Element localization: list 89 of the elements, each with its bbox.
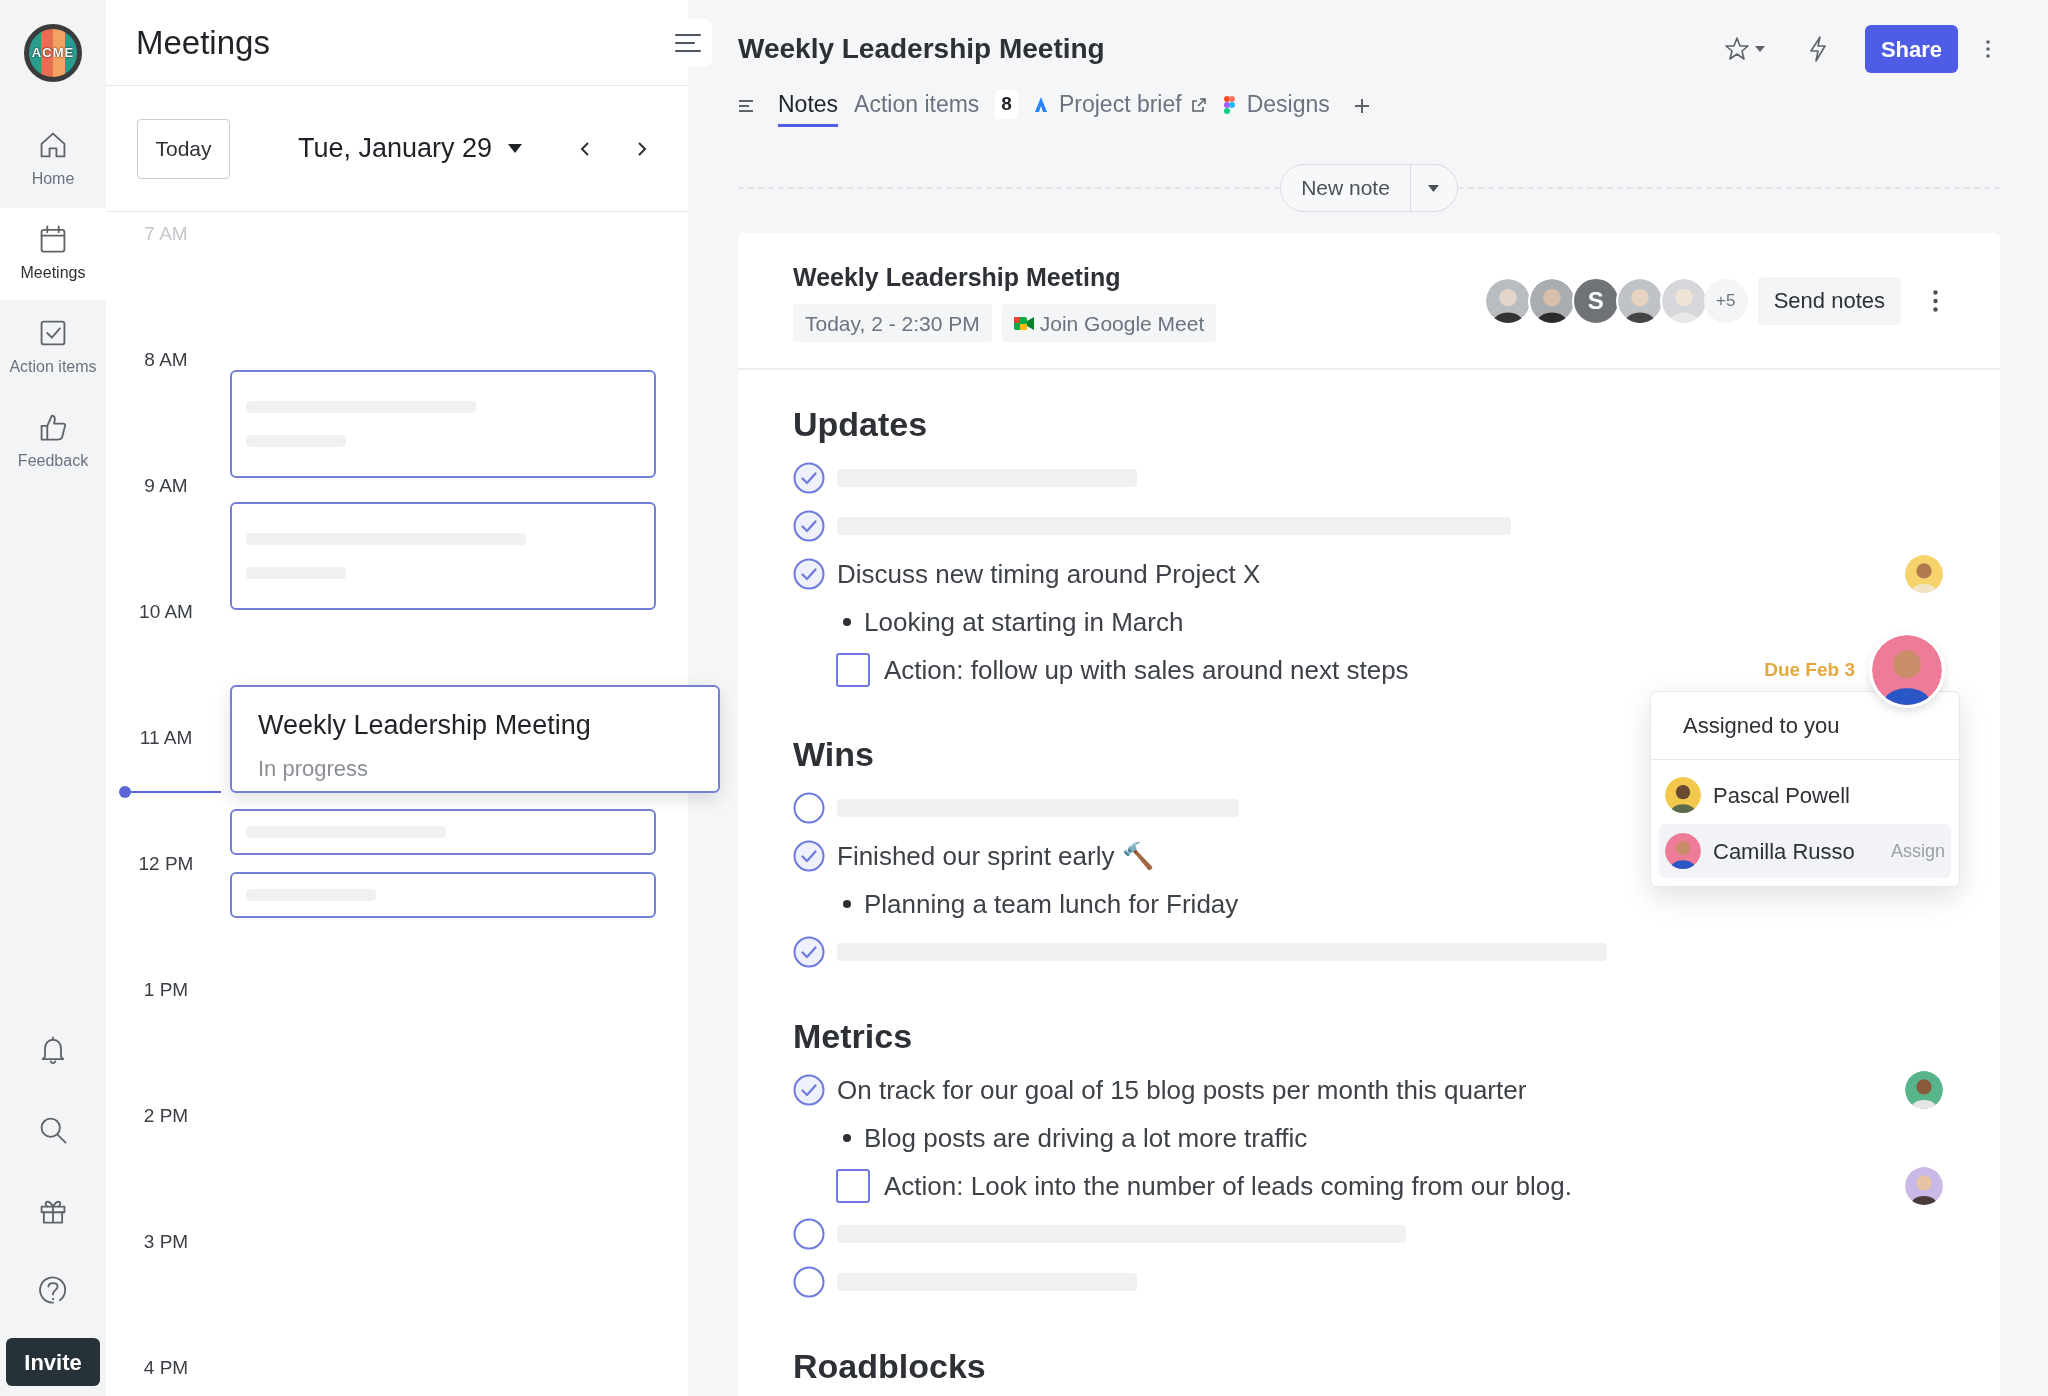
bullet <box>843 618 851 626</box>
more-attendees-count: +5 <box>1703 278 1748 323</box>
kebab-icon <box>1986 40 1990 58</box>
triangle-icon <box>1033 95 1049 114</box>
new-note-split-button[interactable]: New note <box>1280 164 1458 212</box>
note-text: Discuss new timing around Project X <box>837 557 1261 591</box>
person-avatar <box>1665 777 1701 813</box>
person-avatar <box>1665 833 1701 869</box>
join-meeting-link[interactable]: Join Google Meet <box>1001 304 1217 343</box>
due-date: Due Feb 3 <box>1764 657 1855 682</box>
note-text: Looking at starting in March <box>864 605 1184 639</box>
bullet <box>843 1134 851 1142</box>
menu-icon <box>674 31 702 54</box>
bullet <box>843 900 851 908</box>
tab[interactable]: Designs <box>1221 85 1330 127</box>
checkbox-circle[interactable] <box>793 462 825 494</box>
chevron-right-icon <box>637 140 648 157</box>
hour-label: 11 AM <box>138 726 194 750</box>
tab[interactable]: Action items 8 <box>854 85 1018 127</box>
attendee-avatar <box>1527 276 1576 325</box>
video-camera-icon <box>1013 315 1034 331</box>
caret-icon <box>1428 184 1440 192</box>
menu-title: Assigned to you <box>1651 692 1959 760</box>
checkbox-circle[interactable] <box>793 792 825 824</box>
checkbox[interactable] <box>836 653 870 687</box>
caret-icon <box>508 144 523 153</box>
note-title: Weekly Leadership Meeting <box>793 261 1122 293</box>
external-link-icon <box>1191 97 1206 112</box>
checkbox[interactable] <box>836 1169 870 1203</box>
hour-label: 3 PM <box>142 1230 190 1254</box>
calendar-event[interactable] <box>230 370 656 478</box>
chevron-left-icon <box>580 140 591 157</box>
checkbox-circle[interactable] <box>793 510 825 542</box>
hour-label: 10 AM <box>138 600 194 624</box>
checkbox-circle[interactable] <box>793 1218 825 1250</box>
calendar-event[interactable] <box>230 809 656 855</box>
figma-icon <box>1221 95 1237 114</box>
note-text: Action: Look into the number of leads coming from our blog. <box>884 1169 1572 1203</box>
panel-title: Meetings <box>136 22 270 63</box>
hour-label: 2 PM <box>142 1104 190 1128</box>
section-heading: Updates <box>793 403 928 445</box>
invite-button[interactable]: Invite <box>6 1338 100 1386</box>
checkbox-circle[interactable] <box>793 1266 825 1298</box>
tab[interactable]: Notes <box>778 85 839 127</box>
event-title: Weekly Leadership Meeting <box>258 709 592 742</box>
note-text: Planning a team lunch for Friday <box>864 887 1239 921</box>
event-status: In progress <box>258 754 370 783</box>
hour-label: 7 AM <box>143 222 189 246</box>
caret-icon <box>1755 46 1765 52</box>
meeting-time: Today, 2 - 2:30 PM <box>793 304 992 343</box>
checkbox-circle[interactable] <box>793 936 825 968</box>
meeting-event[interactable]: Weekly Leadership Meeting In progress <box>230 685 720 793</box>
nav-item[interactable]: Meetings <box>0 208 106 300</box>
date-dropdown[interactable]: Tue, January 29 <box>298 128 523 169</box>
attendee-avatar <box>1659 276 1708 325</box>
star-icon <box>1723 35 1751 63</box>
attendee-avatar <box>1615 276 1664 325</box>
note-text: Finished our sprint early 🔨 <box>837 839 1154 873</box>
checkbox-circle[interactable] <box>793 840 825 872</box>
hour-label: 8 AM <box>143 348 189 372</box>
hour-label: 4 PM <box>142 1356 190 1380</box>
note-text: Blog posts are driving a lot more traffic <box>864 1121 1308 1155</box>
note-text: Action: follow up with sales around next steps <box>884 653 1409 687</box>
count-badge: 8 <box>995 90 1018 119</box>
kebab-icon <box>1932 289 1938 312</box>
today-button[interactable]: Today <box>137 118 230 179</box>
attendee-avatar <box>1483 276 1532 325</box>
favorite-button[interactable] <box>1723 35 1765 63</box>
calendar-event[interactable] <box>230 502 656 610</box>
share-button[interactable]: Share <box>1865 25 1958 73</box>
plus-icon <box>1353 98 1370 114</box>
help-icon <box>37 1274 69 1306</box>
lightning-icon <box>1809 36 1827 62</box>
section-heading: Wins <box>793 733 874 775</box>
section-heading: Roadblocks <box>793 1345 986 1387</box>
checkbox-circle[interactable] <box>793 1074 825 1106</box>
hour-label: 12 PM <box>137 852 195 876</box>
checkbox-circle[interactable] <box>793 558 825 590</box>
person-option[interactable]: Camilla Russo Assign <box>1659 824 1951 878</box>
meeting-title: Weekly Leadership Meeting <box>738 32 1105 66</box>
list-icon <box>738 99 754 113</box>
hour-label: 9 AM <box>143 474 189 498</box>
calendar-event[interactable] <box>230 872 656 918</box>
note-text: On track for our goal of 15 blog posts per month this quarter <box>837 1073 1527 1107</box>
tab[interactable]: Project brief <box>1033 85 1206 127</box>
hour-label: 1 PM <box>142 978 190 1002</box>
section-heading: Metrics <box>793 1015 913 1057</box>
send-notes-button[interactable]: Send notes <box>1757 276 1901 325</box>
attendee-avatar: S <box>1571 276 1620 325</box>
